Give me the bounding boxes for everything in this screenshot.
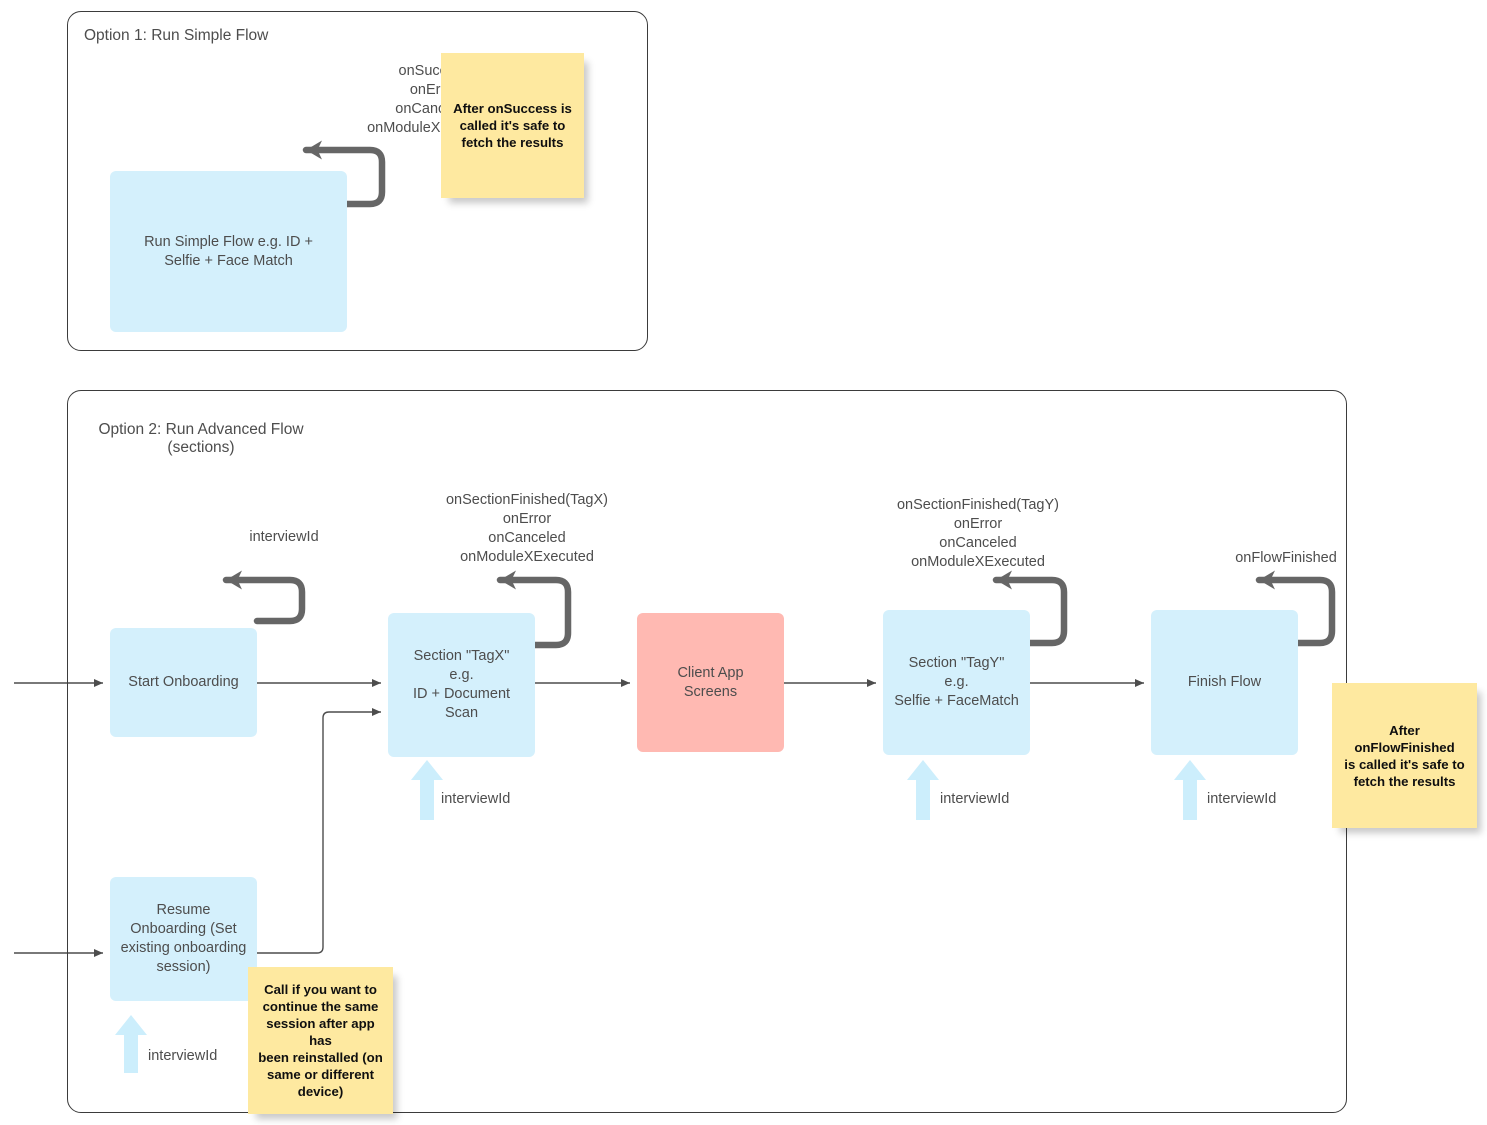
node-run-simple-flow[interactable]: Run Simple Flow e.g. ID + Selfie + Face … — [110, 171, 347, 332]
label-tagx-interviewid: interviewId — [441, 791, 511, 807]
node-resume-onboarding[interactable]: Resume Onboarding (Set existing onboardi… — [110, 877, 257, 1001]
label-finish-interviewid: interviewId — [1207, 791, 1277, 807]
node-client-app-screens[interactable]: Client App Screens — [637, 613, 784, 752]
node-finish-flow[interactable]: Finish Flow — [1151, 610, 1298, 755]
label-finish-flow-callbacks: onFlowFinished — [1235, 550, 1337, 566]
node-start-onboarding[interactable]: Start Onboarding — [110, 628, 257, 737]
node-section-tagx[interactable]: Section "TagX" e.g. ID + Document Scan — [388, 613, 535, 757]
option1-title: Option 1: Run Simple Flow — [84, 27, 269, 44]
option2-title: Option 2: Run Advanced Flow (sections) — [98, 421, 304, 456]
note-on-success: After onSuccess is called it's safe to f… — [441, 53, 584, 198]
label-section-tagx-callbacks: onSectionFinished(TagX) onError onCancel… — [445, 492, 608, 565]
diagram-canvas: Option 1: Run Simple Flow Run Simple Flo… — [0, 0, 1487, 1125]
node-section-tagy[interactable]: Section "TagY" e.g. Selfie + FaceMatch — [883, 610, 1030, 755]
note-on-flow-finished: After onFlowFinished is called it's safe… — [1332, 683, 1477, 828]
label-tagy-interviewid: interviewId — [940, 791, 1010, 807]
label-start-onboarding-callbacks: interviewId — [249, 529, 319, 545]
note-resume-session: Call if you want to continue the same se… — [248, 967, 393, 1114]
label-section-tagy-callbacks: onSectionFinished(TagY) onError onCancel… — [896, 497, 1059, 570]
